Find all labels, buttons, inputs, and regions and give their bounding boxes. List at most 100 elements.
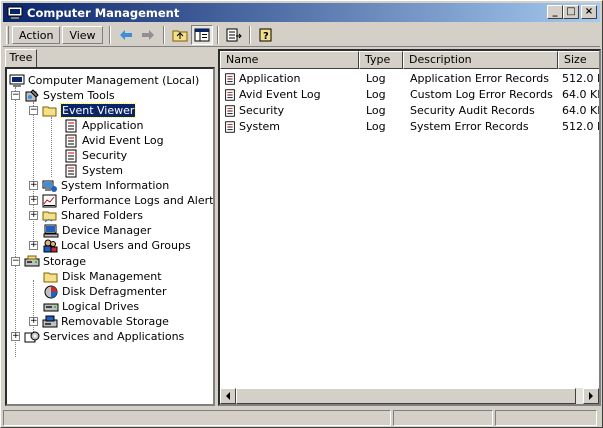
- expand-icon[interactable]: +: [11, 332, 20, 341]
- expand-icon[interactable]: +: [29, 317, 38, 326]
- tree-item-disk-defrag[interactable]: Disk Defragmenter: [43, 284, 167, 299]
- forward-button[interactable]: [137, 25, 159, 45]
- status-panel: [3, 410, 391, 426]
- cell-type: Log: [366, 88, 386, 101]
- list-item[interactable]: Avid Event Log Log Custom Log Error Reco…: [220, 87, 599, 103]
- title-bar[interactable]: Computer Management _ □ ×: [3, 3, 600, 22]
- close-button[interactable]: ×: [581, 5, 597, 19]
- event-log-icon: [225, 73, 235, 85]
- tree-item-ev-avid[interactable]: Avid Event Log: [63, 133, 164, 148]
- cell-size: 512.0 KB: [562, 120, 599, 133]
- minimize-button[interactable]: _: [547, 5, 563, 19]
- tree-item-logical-drives[interactable]: Logical Drives: [43, 299, 139, 314]
- system-tools-icon: [25, 88, 39, 101]
- scroll-right-button[interactable]: [583, 388, 599, 404]
- collapse-icon[interactable]: −: [11, 257, 20, 266]
- tree-item-label: Disk Management: [62, 270, 162, 283]
- column-header-label: Name: [226, 53, 259, 66]
- toolbar-grip[interactable]: [6, 25, 9, 44]
- tree-item-device-manager[interactable]: Device Manager: [43, 223, 151, 238]
- toolbar-separator: [248, 25, 251, 44]
- tree-item-services-apps[interactable]: + Services and Applications: [11, 329, 184, 344]
- toolbar-separator: [162, 25, 165, 44]
- storage-icon: [24, 255, 40, 266]
- tree-item-local-users[interactable]: + Local Users and Groups: [29, 238, 191, 253]
- tree-item-label: Shared Folders: [61, 209, 143, 222]
- event-log-icon: [65, 149, 77, 162]
- tree-item-removable-storage[interactable]: + Removable Storage: [29, 314, 169, 329]
- expand-icon[interactable]: +: [29, 181, 38, 190]
- tree-item-system-information[interactable]: + System Information: [29, 178, 169, 193]
- up-one-level-button[interactable]: [169, 25, 191, 45]
- view-menu[interactable]: View: [62, 25, 103, 44]
- tree-item-label: Application: [82, 119, 144, 132]
- tree-item-event-viewer[interactable]: − Event Viewer: [29, 103, 137, 118]
- cell-name: System: [239, 120, 281, 133]
- event-log-icon: [225, 89, 235, 101]
- scroll-thumb[interactable]: [236, 388, 576, 404]
- column-header-description[interactable]: Description: [403, 51, 558, 69]
- event-log-icon: [65, 119, 77, 132]
- removable-storage-icon: [42, 315, 58, 327]
- tree-item-label: Performance Logs and Alerts: [61, 194, 215, 207]
- cell-size: 512.0 KB: [562, 72, 599, 85]
- column-header-name[interactable]: Name: [220, 51, 359, 69]
- tree-item-storage[interactable]: − Storage: [11, 254, 86, 269]
- collapse-icon[interactable]: −: [29, 106, 38, 115]
- tree-item-ev-security[interactable]: Security: [63, 148, 127, 163]
- tree-pane: Tree Computer Management (Local) − Syste…: [5, 49, 215, 406]
- export-list-button[interactable]: [223, 25, 245, 45]
- status-panel: [495, 410, 597, 426]
- expand-icon[interactable]: +: [29, 241, 38, 250]
- tree-item-disk-management[interactable]: Disk Management: [43, 269, 162, 284]
- tree-item-label: Services and Applications: [43, 330, 185, 343]
- horizontal-scrollbar[interactable]: [220, 388, 599, 404]
- list-item[interactable]: Security Log Security Audit Records 64.0…: [220, 103, 599, 119]
- status-panel: [393, 410, 493, 426]
- action-menu[interactable]: Action: [12, 25, 61, 44]
- computer-management-icon: [7, 6, 23, 19]
- column-header-label: Type: [365, 53, 391, 66]
- tree-item-root[interactable]: Computer Management (Local): [9, 73, 199, 88]
- toolbar: Action View ?: [3, 23, 600, 47]
- tab-tree-label: Tree: [9, 51, 33, 64]
- show-hide-tree-button[interactable]: [190, 24, 213, 45]
- toolbar-separator: [108, 25, 111, 44]
- cell-description: System Error Records: [410, 120, 529, 133]
- tree-item-label: Logical Drives: [62, 300, 140, 313]
- console-tree[interactable]: Computer Management (Local) − System Too…: [5, 67, 215, 406]
- tree-item-label: Storage: [43, 255, 87, 268]
- column-header-label: Description: [409, 53, 472, 66]
- tree-item-shared-folders[interactable]: + Shared Folders: [29, 208, 143, 223]
- list-item[interactable]: Application Log Application Error Record…: [220, 71, 599, 87]
- collapse-icon[interactable]: −: [11, 91, 20, 100]
- list-item[interactable]: System Log System Error Records 512.0 KB: [220, 119, 599, 135]
- back-button[interactable]: [115, 25, 137, 45]
- details-pane[interactable]: Name Type Description Size Application L…: [218, 49, 601, 406]
- scroll-left-button[interactable]: [220, 388, 236, 404]
- help-button[interactable]: ?: [255, 25, 277, 45]
- maximize-button[interactable]: □: [563, 5, 579, 19]
- event-log-icon: [65, 134, 77, 147]
- svg-text:?: ?: [263, 31, 269, 42]
- tree-item-system-tools[interactable]: − System Tools: [11, 88, 115, 103]
- folder-up-icon: [172, 30, 188, 41]
- event-log-icon: [225, 105, 235, 117]
- column-header-type[interactable]: Type: [359, 51, 403, 69]
- column-header-size[interactable]: Size: [558, 51, 599, 69]
- performance-logs-icon: [42, 194, 57, 207]
- scroll-right-icon: [589, 392, 593, 400]
- tree-item-perf-logs[interactable]: + Performance Logs and Alerts: [29, 193, 215, 208]
- open-folder-icon: [42, 106, 57, 116]
- tree-item-label: Security: [82, 149, 128, 162]
- expand-icon[interactable]: +: [29, 211, 38, 220]
- tree-item-ev-system[interactable]: System: [63, 163, 123, 178]
- tree-connector: [33, 102, 34, 250]
- tab-tree[interactable]: Tree: [5, 49, 37, 67]
- tree-item-label: Removable Storage: [61, 315, 169, 328]
- tree-item-ev-application[interactable]: Application: [63, 118, 143, 133]
- shared-folder-icon: [42, 211, 57, 222]
- cell-name: Application: [239, 72, 301, 85]
- status-bar: [3, 409, 600, 427]
- expand-icon[interactable]: +: [29, 196, 38, 205]
